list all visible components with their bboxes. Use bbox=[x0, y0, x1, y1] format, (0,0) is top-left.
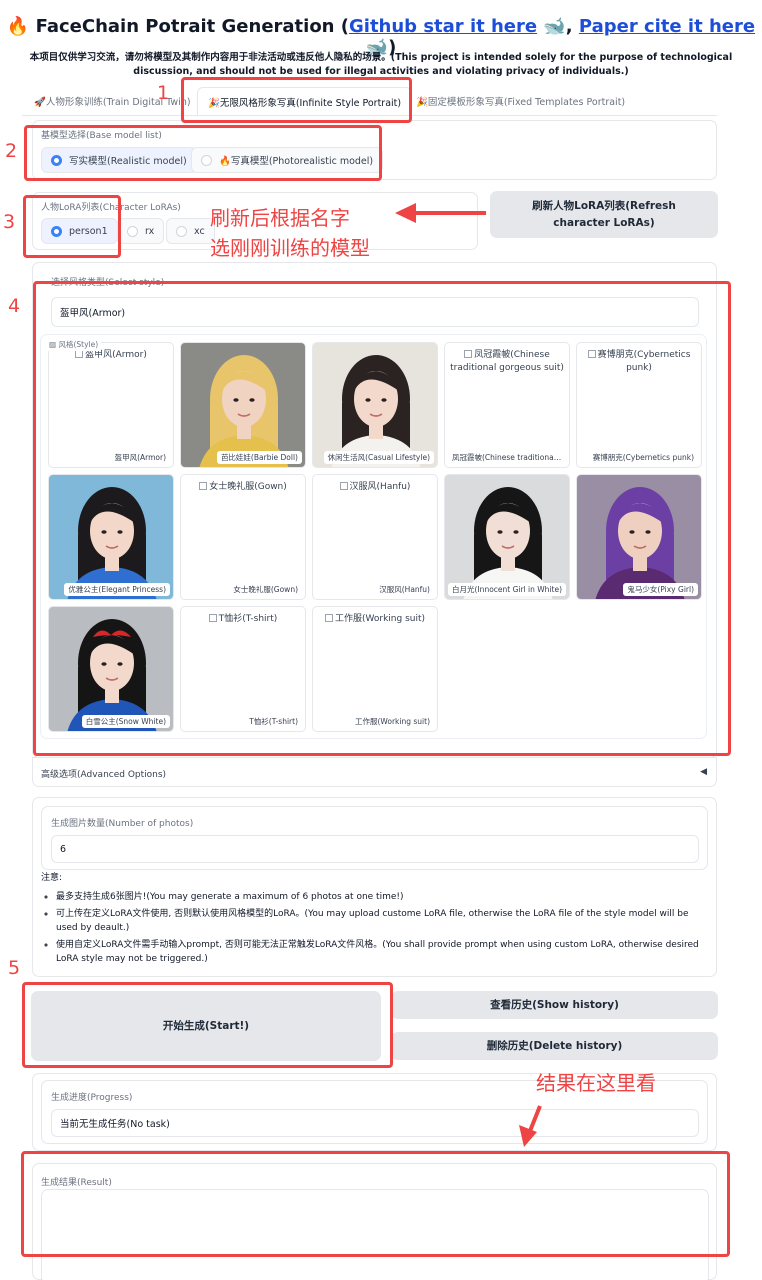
arrow-to-refresh-icon bbox=[395, 203, 486, 223]
arrow-to-result-icon bbox=[519, 1105, 542, 1147]
gallery-label: ▨ 风格(Style) bbox=[46, 338, 102, 351]
annotation-arrows bbox=[395, 203, 542, 1147]
